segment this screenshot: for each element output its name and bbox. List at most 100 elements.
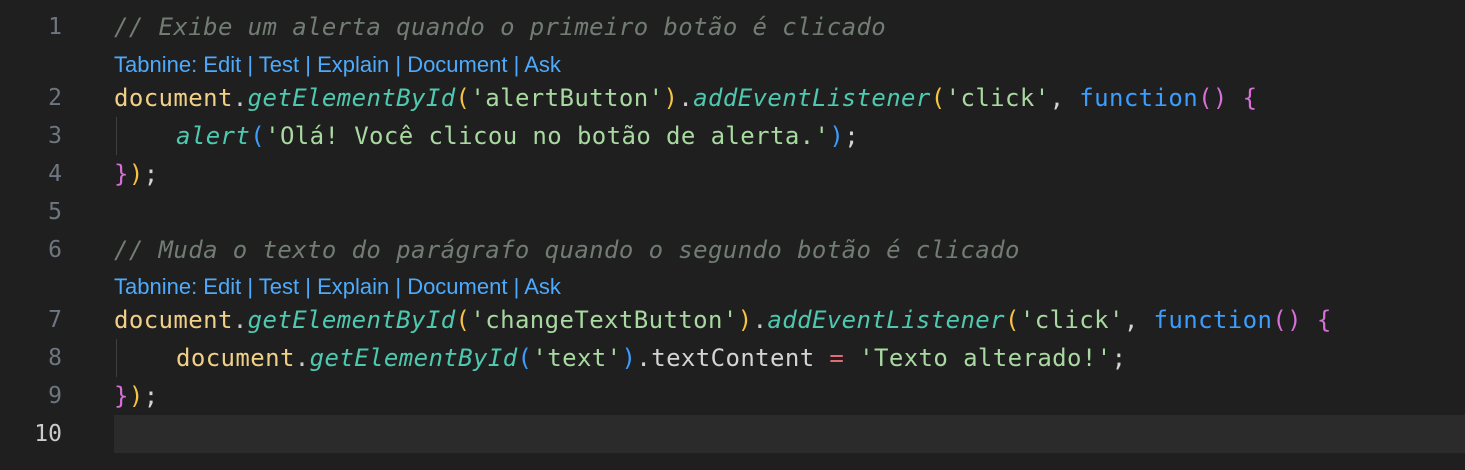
line-number: 2 <box>48 85 62 111</box>
identifier: document <box>114 306 233 334</box>
codelens-explain-link[interactable]: Explain <box>317 52 389 77</box>
line-content[interactable]: document.getElementById('changeTextButto… <box>114 301 1465 339</box>
bracket: ) <box>829 122 845 150</box>
code-comment: // Muda o texto do parágrafo quando o se… <box>114 236 1020 264</box>
punctuation: . <box>232 306 248 334</box>
line-content[interactable]: }); <box>114 155 1465 193</box>
bracket: ( <box>250 122 266 150</box>
line-content[interactable]: document.getElementById('text').textCont… <box>114 339 1465 377</box>
code-line-4[interactable]: 4 }); <box>0 155 1465 193</box>
line-number: 8 <box>48 345 62 371</box>
punctuation: . <box>752 306 768 334</box>
code-line-3[interactable]: 3 alert('Olá! Você clicou no botão de al… <box>0 117 1465 155</box>
code-line-8[interactable]: 8 document.getElementById('text').textCo… <box>0 339 1465 377</box>
codelens-prefix: Tabnine: <box>114 274 204 299</box>
code-editor[interactable]: 1 // Exibe um alerta quando o primeiro b… <box>0 0 1465 470</box>
codelens-separator: | <box>299 274 318 299</box>
bracket: { <box>1316 306 1332 334</box>
string-literal: 'changeTextButton' <box>470 306 738 334</box>
codelens-document-link[interactable]: Document <box>407 274 507 299</box>
codelens-test-link[interactable]: Test <box>259 52 299 77</box>
bracket: ) <box>621 344 637 372</box>
line-number: 4 <box>48 161 62 187</box>
codelens-separator: | <box>389 52 408 77</box>
bracket: () <box>1272 306 1303 334</box>
code-line-6[interactable]: 6 // Muda o texto do parágrafo quando o … <box>0 231 1465 269</box>
property-name: .textContent <box>636 344 830 372</box>
bracket: ( <box>517 344 533 372</box>
punctuation: ; <box>1111 344 1127 372</box>
string-literal: 'text' <box>532 344 622 372</box>
punctuation: . <box>232 84 248 112</box>
operator: = <box>829 344 845 372</box>
bracket: ( <box>1005 306 1020 334</box>
string-literal: 'click' <box>1019 306 1124 334</box>
tabnine-codelens-2: Tabnine: Edit | Test | Explain | Documen… <box>114 271 561 303</box>
string-literal: 'alertButton' <box>470 84 664 112</box>
identifier: document <box>176 344 295 372</box>
codelens-separator: | <box>507 274 525 299</box>
method-name: getElementById <box>309 344 518 372</box>
codelens-document-link[interactable]: Document <box>407 52 507 77</box>
bracket: ( <box>930 84 946 112</box>
bracket: } <box>114 382 129 410</box>
codelens-separator: | <box>507 52 525 77</box>
line-content[interactable]: document.getElementById('alertButton').a… <box>114 79 1465 117</box>
bracket: ) <box>128 382 144 410</box>
code-line-10[interactable]: 10 <box>0 415 1465 453</box>
method-name: addEventListener <box>767 306 1006 334</box>
line-number: 7 <box>48 307 62 333</box>
code-comment: // Exibe um alerta quando o primeiro bot… <box>114 13 887 41</box>
codelens-separator: | <box>299 52 318 77</box>
bracket: ( <box>455 306 471 334</box>
line-number: 9 <box>48 383 62 409</box>
punctuation: , <box>1123 306 1154 334</box>
bracket: () <box>1198 84 1228 112</box>
codelens-separator: | <box>389 274 408 299</box>
string-literal: 'Olá! Você clicou no botão de alerta.' <box>265 122 830 150</box>
line-content[interactable] <box>114 193 1465 231</box>
punctuation: , <box>1049 84 1080 112</box>
line-content[interactable]: // Exibe um alerta quando o primeiro bot… <box>114 8 1465 46</box>
identifier: document <box>114 84 233 112</box>
bracket: ) <box>663 84 679 112</box>
method-name: getElementById <box>247 306 456 334</box>
code-line-5[interactable]: 5 <box>0 193 1465 231</box>
line-number: 3 <box>48 123 62 149</box>
punctuation: ; <box>143 382 159 410</box>
line-content[interactable]: }); <box>114 377 1465 415</box>
codelens-ask-link[interactable]: Ask <box>524 52 561 77</box>
line-number: 5 <box>48 199 62 225</box>
bracket: ( <box>455 84 471 112</box>
line-content[interactable]: // Muda o texto do parágrafo quando o se… <box>114 231 1465 269</box>
codelens-ask-link[interactable]: Ask <box>524 274 561 299</box>
code-line-2[interactable]: 2 document.getElementById('alertButton')… <box>0 79 1465 117</box>
method-name: getElementById <box>247 84 456 112</box>
punctuation: ; <box>143 160 159 188</box>
bracket: ) <box>128 160 144 188</box>
keyword: function <box>1079 84 1199 112</box>
punctuation: . <box>678 84 694 112</box>
line-content[interactable]: alert('Olá! Você clicou no botão de aler… <box>114 117 1465 155</box>
codelens-edit-link[interactable]: Edit <box>203 52 241 77</box>
punctuation: . <box>294 344 310 372</box>
punctuation: ; <box>844 122 860 150</box>
tabnine-codelens-1: Tabnine: Edit | Test | Explain | Documen… <box>114 49 561 81</box>
bracket: } <box>114 160 129 188</box>
codelens-test-link[interactable]: Test <box>259 274 299 299</box>
bracket: { <box>1242 84 1258 112</box>
bracket: ) <box>737 306 753 334</box>
keyword: function <box>1153 306 1273 334</box>
function-name: alert <box>176 122 251 150</box>
current-line-content[interactable] <box>114 415 1465 453</box>
code-line-7[interactable]: 7 document.getElementById('changeTextBut… <box>0 301 1465 339</box>
codelens-prefix: Tabnine: <box>114 52 204 77</box>
code-line-1[interactable]: 1 // Exibe um alerta quando o primeiro b… <box>0 8 1465 46</box>
code-line-9[interactable]: 9 }); <box>0 377 1465 415</box>
codelens-explain-link[interactable]: Explain <box>317 274 389 299</box>
codelens-edit-link[interactable]: Edit <box>203 274 241 299</box>
line-number: 1 <box>48 14 62 40</box>
